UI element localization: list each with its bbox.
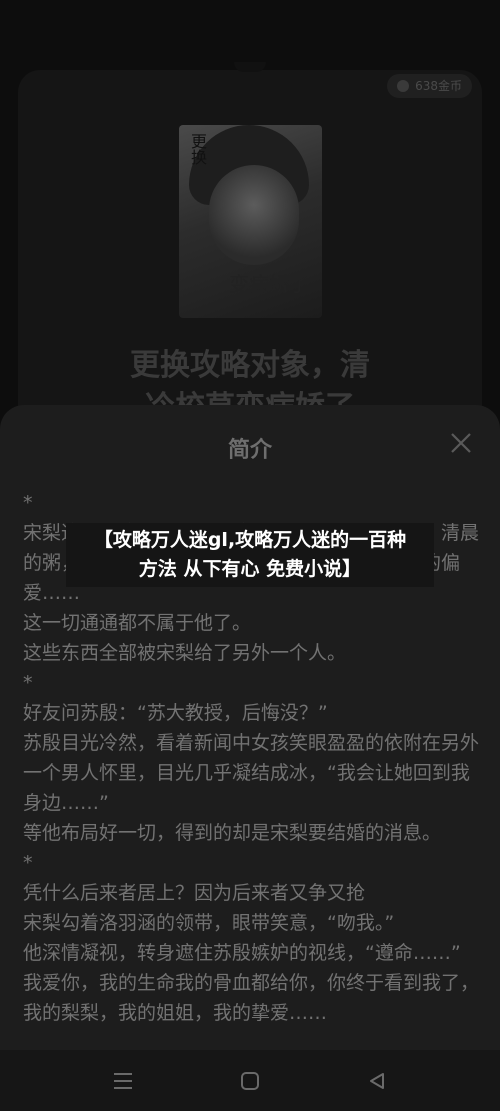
sheet-title: 简介 (227, 438, 272, 463)
back-icon[interactable] (357, 1061, 397, 1101)
cover-title-top: 更换 (188, 133, 207, 165)
intro-line: 他深情凝视，转身遮住苏殷嫉妒的视线，“遵命……” (23, 942, 461, 964)
system-nav-bar (0, 1050, 500, 1111)
intro-line: 我爱你，我的生命我的骨血都给你，你终于看到我了，我的梨梨，我的姐姐，我的挚爱…… (23, 972, 480, 1024)
intro-line: 凭什么后来者居上？因为后来者又争又抢 (23, 882, 366, 904)
intro-line: 宋梨勾着洛羽涵的领带，眼带笑意，“吻我。” (23, 912, 395, 934)
intro-line: 苏殷目光冷然，看着新闻中女孩笑眼盈盈的依附在另外一个男人怀里，目光几乎凝结成冰，… (23, 732, 480, 814)
coin-badge[interactable]: 638金币 (387, 74, 472, 98)
intro-line: 好友问苏殷：“苏大教授，后悔没？” (23, 702, 328, 724)
cover-title-bottom: 变病娇了 (229, 272, 309, 296)
headline: 【攻略万人迷gl,攻略万人迷的一百种 方法 从下有心 免费小说】 (0, 526, 500, 584)
close-icon[interactable] (448, 430, 474, 456)
intro-line: * (23, 852, 33, 874)
intro-line: 等他布局好一切，得到的却是宋梨要结婚的消息。 (23, 822, 442, 844)
headline-line-2: 方法 从下有心 免费小说】 (138, 558, 362, 580)
coin-icon (397, 80, 410, 92)
intro-line: 这些东西全部被宋梨给了另外一个人。 (23, 642, 347, 664)
book-cover[interactable]: 更换 变病娇了 (179, 125, 322, 318)
intro-line: * (23, 672, 33, 694)
intro-line: 这一切通通都不属于他了。 (23, 612, 252, 634)
coin-label: 638金币 (415, 79, 462, 93)
home-icon[interactable] (230, 1061, 270, 1101)
menu-icon[interactable] (103, 1061, 143, 1101)
book-title-line-1: 更换攻略对象，清 (130, 348, 370, 383)
card-notch (234, 62, 266, 72)
intro-line: * (23, 492, 33, 514)
headline-line-1: 【攻略万人迷gl,攻略万人迷的一百种 (93, 529, 407, 551)
cover-art-face (209, 165, 299, 265)
